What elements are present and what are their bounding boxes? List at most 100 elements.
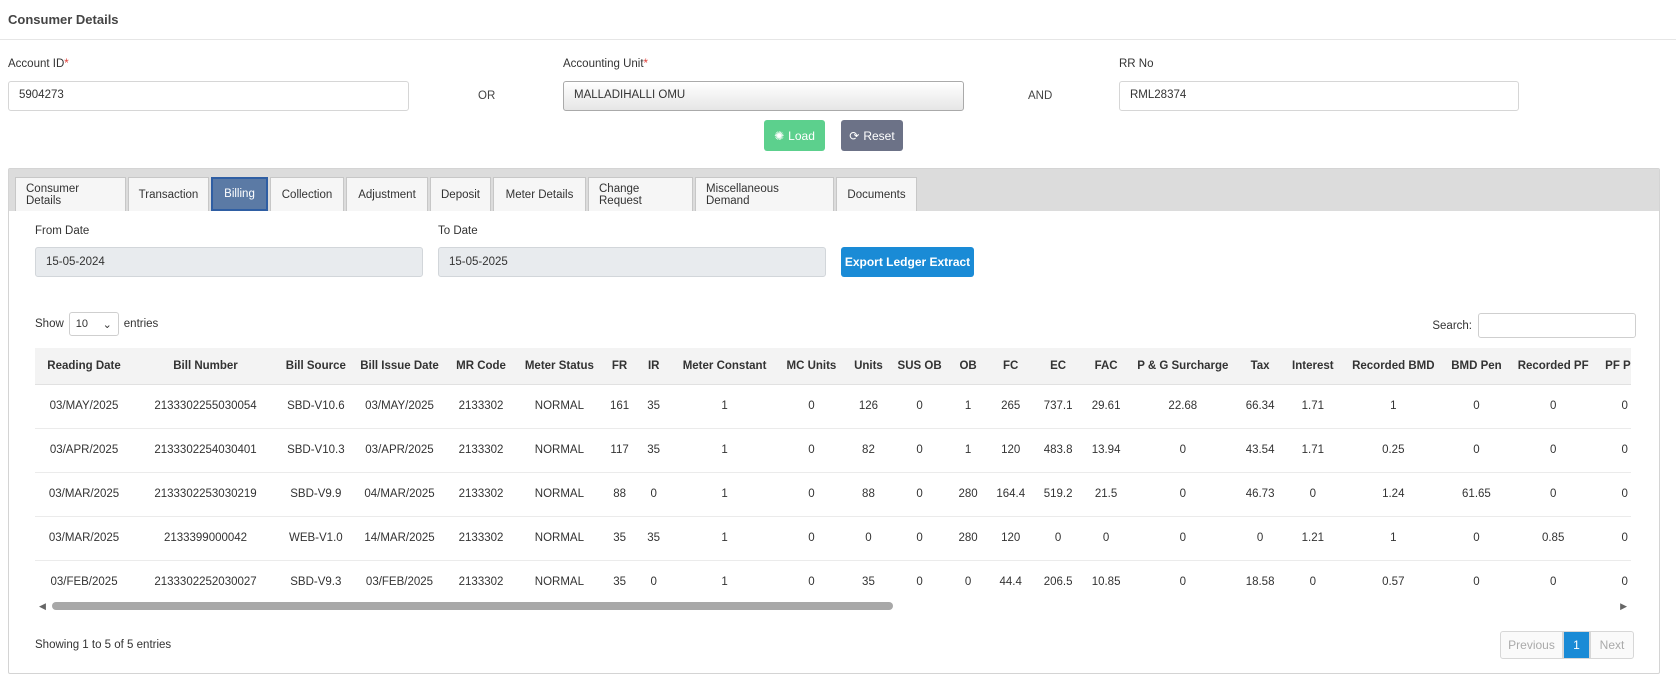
table-cell: 0 bbox=[1442, 516, 1510, 561]
table-cell: 0 bbox=[1596, 428, 1631, 473]
column-header[interactable]: Recorded BMD bbox=[1343, 348, 1443, 385]
table-cell: 0 bbox=[1510, 428, 1597, 473]
table-cell: 1.71 bbox=[1281, 384, 1344, 429]
column-header[interactable]: Meter Status bbox=[516, 348, 602, 385]
tab-miscellaneous-demand[interactable]: Miscellaneous Demand bbox=[695, 177, 834, 211]
or-separator: OR bbox=[478, 90, 496, 102]
column-header[interactable]: IR bbox=[637, 348, 671, 385]
table-cell: NORMAL bbox=[516, 428, 602, 473]
table-cell: 0 bbox=[637, 560, 671, 595]
tab-transaction[interactable]: Transaction bbox=[128, 177, 209, 211]
scroll-right-icon[interactable]: ▶ bbox=[1620, 601, 1627, 612]
column-header[interactable]: MR Code bbox=[445, 348, 517, 385]
column-header[interactable]: Tax bbox=[1238, 348, 1282, 385]
from-date-label: From Date bbox=[35, 225, 90, 237]
column-header[interactable]: EC bbox=[1031, 348, 1085, 385]
account-id-label: Account ID* bbox=[8, 58, 69, 70]
table-cell: 35 bbox=[602, 560, 638, 595]
table-cell: 0 bbox=[1510, 384, 1597, 429]
column-header[interactable]: Bill Source bbox=[278, 348, 354, 385]
column-header[interactable]: Bill Number bbox=[133, 348, 278, 385]
to-date-input[interactable]: 15-05-2025 bbox=[438, 247, 826, 277]
table-row: 03/APR/2025 2133302254030401 SBD-V10.3 03/A… bbox=[35, 428, 1631, 473]
table-cell: NORMAL bbox=[516, 472, 602, 517]
column-header[interactable]: PF Pen bbox=[1596, 348, 1631, 385]
search-input[interactable] bbox=[1478, 313, 1636, 338]
table-cell: 0.57 bbox=[1343, 560, 1443, 595]
column-header[interactable]: P & G Surcharge bbox=[1127, 348, 1239, 385]
table-row: 03/FEB/2025 2133302252030027 SBD-V9.3 03/FE… bbox=[35, 560, 1631, 595]
column-header[interactable]: Recorded PF bbox=[1510, 348, 1597, 385]
pagination: Previous 1 Next bbox=[1500, 631, 1634, 659]
export-ledger-extract-button[interactable]: Export Ledger Extract bbox=[841, 247, 974, 277]
table-cell: NORMAL bbox=[516, 516, 602, 561]
table-cell: 61.65 bbox=[1442, 472, 1510, 517]
table-cell: 14/MAR/2025 bbox=[353, 516, 446, 561]
rr-no-input[interactable]: RML28374 bbox=[1119, 81, 1519, 111]
table-body: 03/MAY/2025 2133302255030054 SBD-V10.6 03/M… bbox=[35, 384, 1631, 595]
and-separator: AND bbox=[1028, 90, 1053, 102]
table-cell: 0 bbox=[843, 516, 893, 561]
from-date-input[interactable]: 15-05-2024 bbox=[35, 247, 423, 277]
table-cell: 0 bbox=[1442, 428, 1510, 473]
tab-consumer-details[interactable]: Consumer Details bbox=[15, 177, 126, 211]
reset-button[interactable]: ⟳ Reset bbox=[841, 120, 903, 151]
scrollbar-thumb[interactable] bbox=[52, 602, 893, 610]
next-page-button[interactable]: Next bbox=[1590, 631, 1634, 659]
tab-change-request[interactable]: Change Request bbox=[588, 177, 693, 211]
table-cell: 03/MAY/2025 bbox=[353, 384, 446, 429]
column-header[interactable]: FR bbox=[602, 348, 638, 385]
table-cell: 161 bbox=[602, 384, 638, 429]
table-cell: 1.21 bbox=[1281, 516, 1344, 561]
column-header[interactable]: SUS OB bbox=[892, 348, 947, 385]
table-cell: WEB-V1.0 bbox=[278, 516, 354, 561]
table-search: Search: bbox=[1432, 313, 1636, 338]
table-cell: 2133302 bbox=[445, 516, 517, 561]
table-cell: 03/FEB/2025 bbox=[353, 560, 446, 595]
accounting-unit-select[interactable]: MALLADIHALLI OMU bbox=[563, 81, 964, 111]
table-cell: 43.54 bbox=[1238, 428, 1282, 473]
table-cell: 1 bbox=[946, 384, 990, 429]
column-header[interactable]: FAC bbox=[1084, 348, 1128, 385]
tab-documents[interactable]: Documents bbox=[836, 177, 917, 211]
account-id-input[interactable]: 5904273 bbox=[8, 81, 409, 111]
refresh-icon: ⟳ bbox=[849, 128, 860, 143]
scroll-left-icon[interactable]: ◀ bbox=[39, 601, 46, 612]
column-header[interactable]: Interest bbox=[1281, 348, 1344, 385]
column-header[interactable]: BMD Pen bbox=[1442, 348, 1510, 385]
entries-select[interactable]: 10 ⌄ bbox=[68, 312, 119, 336]
table-cell: NORMAL bbox=[516, 384, 602, 429]
consumer-search-form: Account ID* 5904273 OR Accounting Unit* … bbox=[0, 40, 1676, 120]
previous-page-button[interactable]: Previous bbox=[1500, 631, 1563, 659]
load-button[interactable]: ✺ Load bbox=[764, 120, 825, 151]
tab-deposit[interactable]: Deposit bbox=[430, 177, 491, 211]
table-cell: 206.5 bbox=[1031, 560, 1085, 595]
tab-collection[interactable]: Collection bbox=[270, 177, 344, 211]
tab-meter-details[interactable]: Meter Details bbox=[493, 177, 586, 211]
tab-adjustment[interactable]: Adjustment bbox=[346, 177, 428, 211]
table-cell: 2133302 bbox=[445, 428, 517, 473]
table-cell: 0 bbox=[892, 384, 947, 429]
table-cell: 0 bbox=[1238, 516, 1282, 561]
column-header[interactable]: FC bbox=[989, 348, 1032, 385]
table-cell: 280 bbox=[946, 516, 990, 561]
table-cell: 164.4 bbox=[989, 472, 1032, 517]
table-cell: 35 bbox=[637, 428, 671, 473]
column-header[interactable]: Bill Issue Date bbox=[353, 348, 446, 385]
tab-billing[interactable]: Billing bbox=[211, 177, 268, 211]
table-cell: 0 bbox=[1596, 516, 1631, 561]
table-cell: 88 bbox=[602, 472, 638, 517]
table-cell: NORMAL bbox=[516, 560, 602, 595]
table-cell: 2133302252030027 bbox=[133, 560, 278, 595]
table-cell: 66.34 bbox=[1238, 384, 1282, 429]
column-header[interactable]: Units bbox=[843, 348, 893, 385]
column-header[interactable]: Reading Date bbox=[35, 348, 134, 385]
horizontal-scrollbar[interactable]: ◀ ▶ bbox=[35, 599, 1631, 613]
column-header[interactable]: OB bbox=[946, 348, 990, 385]
table-cell: 0 bbox=[1281, 560, 1344, 595]
page-1-button[interactable]: 1 bbox=[1563, 631, 1590, 659]
column-header[interactable]: Meter Constant bbox=[670, 348, 779, 385]
accounting-unit-label-text: Accounting Unit bbox=[563, 58, 644, 70]
column-header[interactable]: MC Units bbox=[778, 348, 844, 385]
table-cell: 44.4 bbox=[989, 560, 1032, 595]
